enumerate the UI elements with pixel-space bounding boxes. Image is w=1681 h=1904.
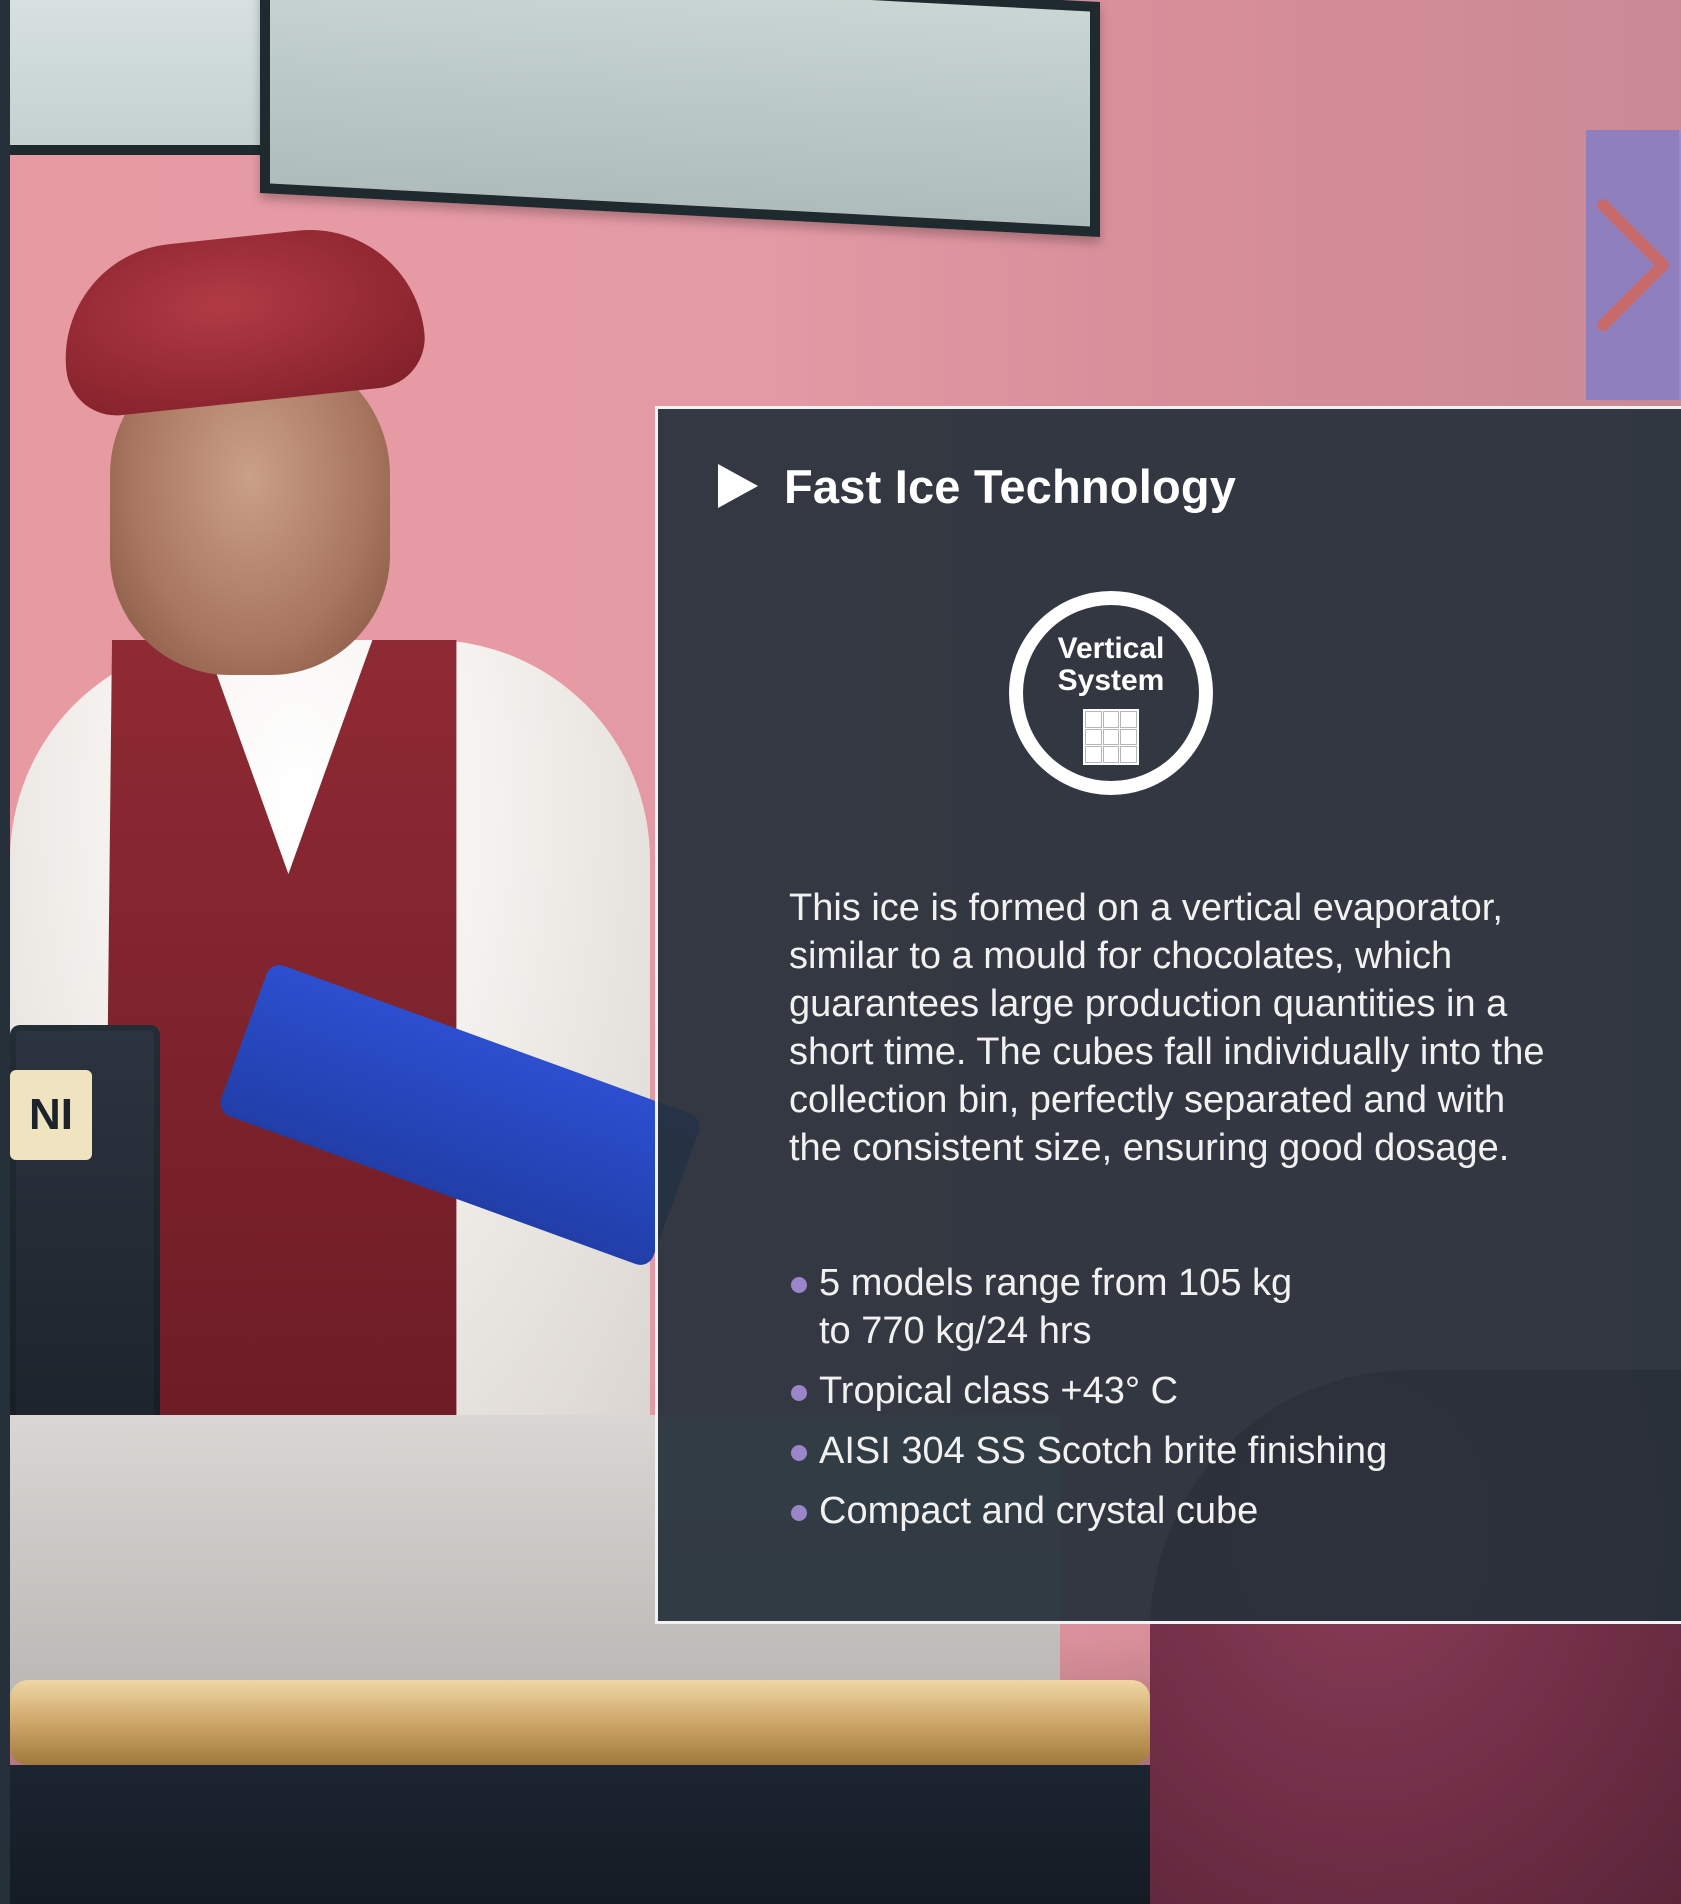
panel-title: Fast Ice Technology bbox=[718, 451, 1236, 521]
panel-title-text: Fast Ice Technology bbox=[784, 459, 1237, 513]
description: This ice is formed on a vertical evapora… bbox=[789, 887, 1545, 1169]
play-triangle-icon bbox=[718, 464, 758, 508]
feature-text: Compact and crystal cube bbox=[819, 1490, 1259, 1532]
feature-text: Tropical class +43° C bbox=[819, 1370, 1179, 1412]
bullet-dot-icon bbox=[791, 1385, 807, 1401]
grid-icon bbox=[1083, 709, 1139, 765]
chevron-right-icon bbox=[1596, 199, 1669, 331]
feature-text: 5 models range from 105 kg to 770 kg/24 … bbox=[819, 1262, 1293, 1352]
menu-screen-left bbox=[0, 0, 270, 155]
bullet-dot-icon bbox=[791, 1445, 807, 1461]
feature-item: Tropical class +43° C bbox=[789, 1367, 1589, 1415]
bullet-dot-icon bbox=[791, 1277, 807, 1293]
info-panel: Fast Ice Technology Vertical System This… bbox=[655, 406, 1681, 1624]
badge-line-2: System bbox=[1057, 664, 1165, 697]
bullet-dot-icon bbox=[791, 1505, 807, 1521]
brass-rail bbox=[10, 1680, 1150, 1765]
feature-list: 5 models range from 105 kg to 770 kg/24 … bbox=[789, 1259, 1589, 1547]
feature-text: AISI 304 SS Scotch brite finishing bbox=[819, 1430, 1388, 1472]
pos-label: NI bbox=[10, 1070, 92, 1160]
left-edge bbox=[0, 0, 10, 1904]
feature-item: AISI 304 SS Scotch brite finishing bbox=[789, 1427, 1589, 1475]
badge-text: Vertical System bbox=[1058, 633, 1165, 697]
badge-line-1: Vertical bbox=[1057, 632, 1165, 665]
next-page-button[interactable] bbox=[1586, 130, 1681, 400]
feature-item: 5 models range from 105 kg to 770 kg/24 … bbox=[789, 1259, 1589, 1355]
counter-base bbox=[10, 1765, 1170, 1904]
feature-item: Compact and crystal cube bbox=[789, 1487, 1589, 1535]
vertical-system-badge: Vertical System bbox=[1009, 591, 1213, 795]
